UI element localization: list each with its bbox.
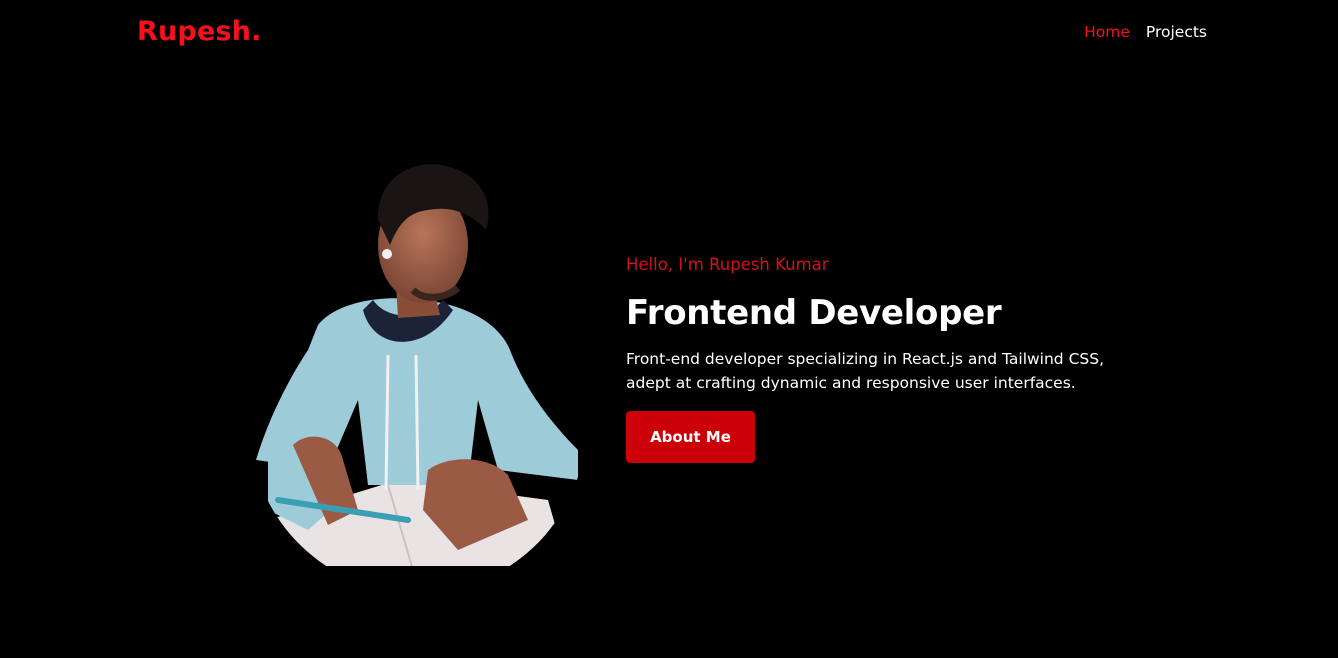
nav-link-home[interactable]: Home [1084, 23, 1130, 41]
logo[interactable]: Rupesh. [137, 16, 262, 47]
navbar: Rupesh. Home Projects [0, 0, 1338, 68]
nav-links: Home Projects [1084, 23, 1207, 41]
about-me-button[interactable]: About Me [626, 411, 755, 463]
profile-photo [256, 164, 578, 566]
hero-text: Hello, I'm Rupesh Kumar Frontend Develop… [626, 253, 1166, 463]
description-line-2: adept at crafting dynamic and responsive… [626, 374, 1076, 392]
greeting: Hello, I'm Rupesh Kumar [626, 255, 829, 274]
hero-description: Front-end developer specializing in Reac… [626, 347, 1166, 395]
nav-link-projects[interactable]: Projects [1146, 23, 1207, 41]
description-line-1: Front-end developer specializing in Reac… [626, 350, 1104, 368]
hero-title: Frontend Developer [626, 293, 1002, 333]
